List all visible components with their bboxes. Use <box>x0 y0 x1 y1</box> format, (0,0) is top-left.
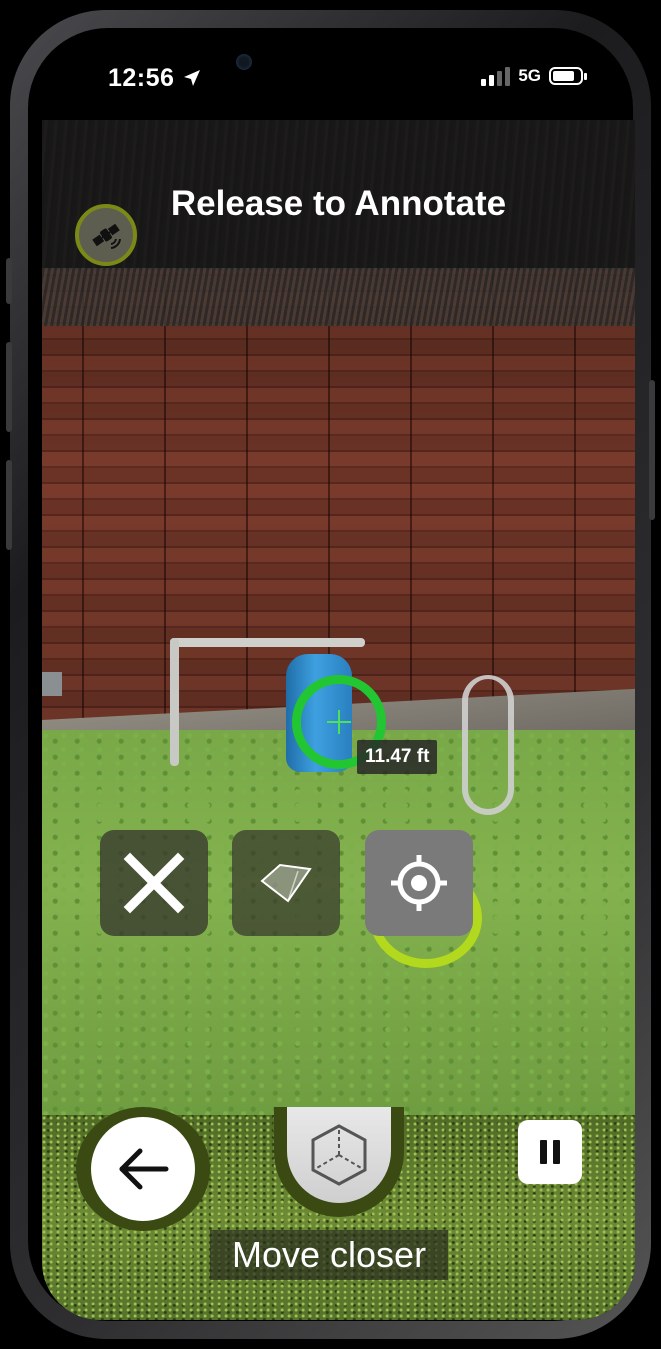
location-arrow-icon <box>183 70 200 86</box>
hint-banner: Move closer <box>210 1230 449 1280</box>
arrow-left-icon <box>119 1148 169 1190</box>
signal-bars-icon <box>481 66 511 86</box>
close-icon <box>123 852 185 914</box>
cube-axes-icon <box>311 1124 367 1186</box>
pipe-horizontal <box>170 638 365 647</box>
place-point-button[interactable] <box>365 830 473 936</box>
silent-switch <box>6 258 12 304</box>
plane-icon <box>260 863 312 903</box>
back-button-face <box>91 1117 195 1221</box>
pause-icon <box>540 1140 547 1164</box>
power-button <box>649 380 655 520</box>
satellite-icon <box>92 223 121 249</box>
front-camera <box>236 54 252 70</box>
status-indicators: 5G <box>481 66 587 86</box>
cancel-annotation-button[interactable] <box>100 830 208 936</box>
status-time: 12:56 <box>108 64 202 93</box>
back-button[interactable] <box>76 1107 210 1231</box>
bottom-control-bar: Move closer <box>42 1107 635 1320</box>
battery-icon <box>549 67 587 85</box>
reticle-crosshair-v <box>338 710 340 734</box>
plane-tool-button[interactable] <box>232 830 340 936</box>
pause-button[interactable] <box>518 1120 582 1184</box>
pipe-vertical <box>170 638 179 766</box>
network-type: 5G <box>518 66 541 85</box>
scan-3d-button[interactable] <box>274 1107 404 1217</box>
hose-coil <box>462 675 514 815</box>
volume-down-button <box>6 460 12 550</box>
status-time-text: 12:56 <box>108 64 175 92</box>
gps-button[interactable] <box>75 204 137 266</box>
ar-camera-view[interactable]: Release to Annotate 11.47 ft Move closer <box>42 120 635 1320</box>
scan-3d-button-face <box>287 1107 391 1203</box>
distance-label: 11.47 ft <box>357 740 438 774</box>
pause-icon-bar <box>553 1140 560 1164</box>
satellite-imagery-band <box>42 268 635 326</box>
utility-box <box>42 672 62 696</box>
crosshair-target-icon <box>391 855 447 911</box>
volume-up-button <box>6 342 12 432</box>
